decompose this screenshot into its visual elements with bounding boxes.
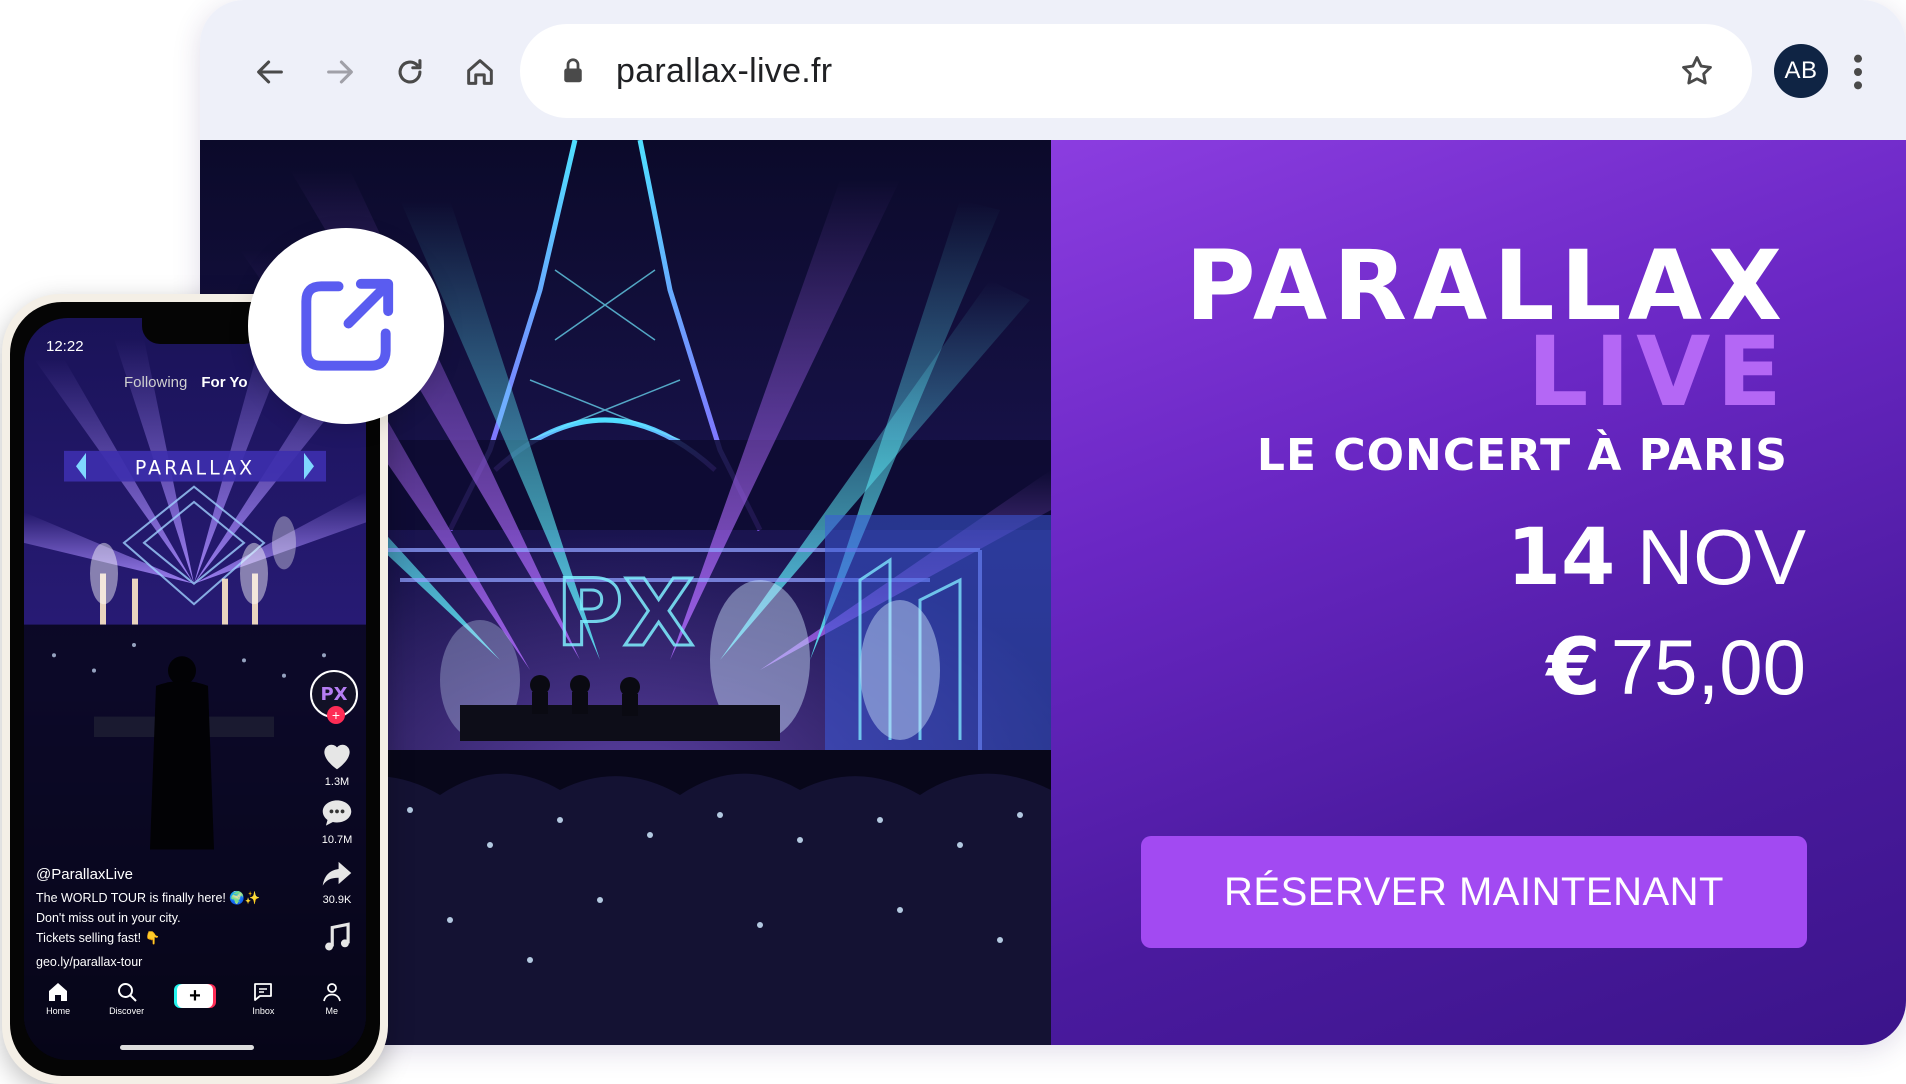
heart-icon — [324, 744, 350, 770]
hero-px-logo: PX — [556, 560, 694, 667]
book-now-button[interactable]: RÉSERVER MAINTENANT — [1141, 836, 1807, 948]
reload-icon — [398, 59, 422, 84]
page-content: PX PARALLAX LIVE LE CONCERT À PARIS 14 N… — [200, 140, 1906, 1045]
bottom-navigation: Home Discover + Inbox Me — [24, 980, 366, 1030]
create-plus-icon: + — [176, 984, 213, 1008]
profile-avatar[interactable]: AB — [1774, 44, 1828, 98]
tab-following[interactable]: Following — [124, 374, 187, 391]
home-icon — [467, 59, 493, 85]
lock-icon — [564, 58, 582, 83]
kebab-menu-icon[interactable] — [1848, 52, 1868, 92]
tiktok-screen: PARALLAX 12:22 Following For Yo PX + 1.3… — [24, 318, 366, 1060]
inbox-icon — [254, 983, 273, 1001]
share-badge[interactable] — [248, 228, 444, 424]
feed-tabs: Following For Yo — [124, 374, 248, 391]
price-currency: € — [1546, 623, 1601, 713]
event-date: 14 NOV — [1507, 512, 1806, 603]
star-icon[interactable] — [1678, 52, 1716, 90]
url-text: parallax-live.fr — [616, 52, 833, 90]
like-button[interactable]: 1.3M — [314, 736, 360, 788]
music-note-icon — [325, 922, 350, 951]
event-price: €75,00 — [1547, 622, 1806, 713]
creator-handle[interactable]: @ParallaxLive — [36, 866, 133, 883]
share-button[interactable]: 30.9K — [314, 854, 360, 906]
video-caption: The WORLD TOUR is finally here! 🌍✨ Don't… — [36, 888, 266, 972]
nav-me[interactable]: Me — [307, 980, 357, 1016]
home-icon — [49, 983, 68, 1001]
status-bar-time: 12:22 — [46, 338, 84, 355]
phone-notch — [142, 318, 262, 344]
home-indicator — [120, 1045, 254, 1050]
caption-line: Don't miss out in your city. — [36, 911, 181, 925]
nav-home[interactable]: Home — [33, 980, 83, 1016]
like-count: 1.3M — [324, 776, 350, 788]
search-icon — [117, 983, 137, 1002]
event-tagline: LE CONCERT À PARIS — [1256, 430, 1788, 481]
profile-icon — [322, 983, 341, 1002]
nav-inbox-label: Inbox — [252, 1006, 275, 1016]
browser-toolbar: parallax-live.fr AB — [200, 0, 1906, 140]
comment-count: 10.7M — [321, 834, 353, 846]
reload-button[interactable] — [386, 48, 434, 96]
nav-me-label: Me — [325, 1006, 338, 1016]
comment-button[interactable]: 10.7M — [314, 794, 360, 846]
nav-create[interactable]: + — [170, 980, 220, 1008]
browser-window: parallax-live.fr AB PX PARALLAX LIVE LE … — [200, 0, 1906, 1045]
arrow-left-icon — [257, 60, 283, 84]
caption-line: The WORLD TOUR is finally here! 🌍✨ — [36, 891, 261, 905]
event-date-day: 14 — [1506, 513, 1616, 603]
nav-inbox[interactable]: Inbox — [238, 980, 288, 1016]
brand-subtitle-live: LIVE — [1527, 316, 1788, 428]
arrow-right-icon — [327, 60, 353, 84]
home-button[interactable] — [456, 48, 504, 96]
caption-link[interactable]: geo.ly/parallax-tour — [36, 952, 266, 972]
forward-button[interactable] — [316, 48, 364, 96]
nav-home-label: Home — [46, 1006, 71, 1016]
comment-icon — [322, 800, 352, 826]
stage-banner-text: PARALLAX — [135, 456, 255, 479]
share-external-icon — [301, 278, 394, 371]
back-button[interactable] — [246, 48, 294, 96]
price-amount: 75,00 — [1610, 623, 1806, 711]
event-panel: PARALLAX LIVE LE CONCERT À PARIS 14 NOV … — [1051, 140, 1906, 1045]
event-date-month: NOV — [1636, 513, 1806, 601]
share-arrow-icon — [322, 861, 352, 886]
nav-discover-label: Discover — [109, 1006, 145, 1016]
nav-discover[interactable]: Discover — [102, 980, 152, 1016]
follow-plus-icon[interactable]: + — [327, 706, 345, 724]
music-disc[interactable] — [314, 918, 360, 958]
share-count: 30.9K — [322, 894, 352, 906]
address-bar[interactable]: parallax-live.fr — [520, 24, 1752, 118]
caption-line: Tickets selling fast! 👇 — [36, 931, 161, 945]
tab-for-you[interactable]: For Yo — [201, 374, 247, 391]
